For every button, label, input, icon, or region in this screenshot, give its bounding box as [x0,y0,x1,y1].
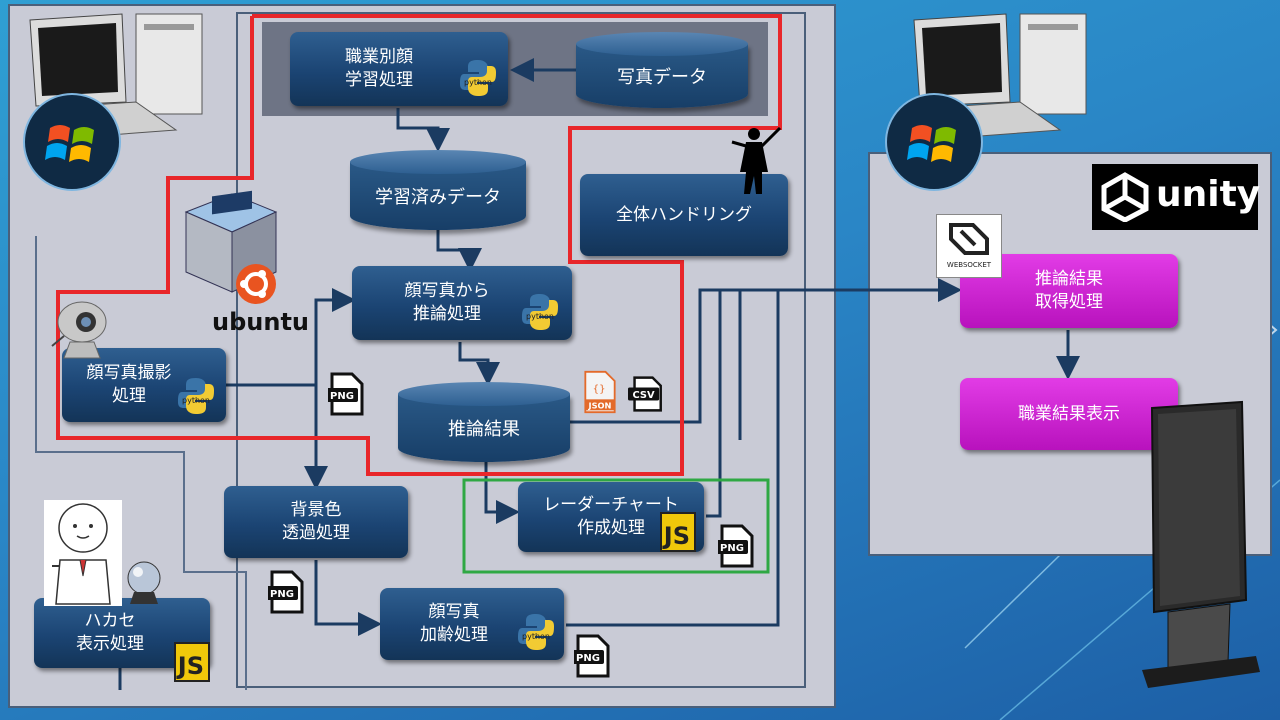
png-file-icon: PNG [268,570,304,614]
svg-text:PNG: PNG [330,391,354,402]
conductor-icon [731,126,782,194]
webcam-icon [51,301,107,359]
svg-text:python: python [182,396,210,405]
png-file-icon: PNG [328,372,364,416]
learned-data-store: 学習済みデータ [350,150,526,230]
photo-data-store: 写真データ [576,32,748,108]
svg-text:JSON: JSON [588,401,612,411]
svg-text:PNG: PNG [576,653,600,664]
svg-text:python: python [526,312,554,321]
javascript-icon: JS [174,642,210,682]
javascript-icon: JS [660,512,696,552]
unity-wordmark: unity [1156,174,1261,215]
python-icon: python [522,294,558,330]
svg-text:PNG: PNG [270,589,294,600]
python-icon: python [518,614,554,650]
svg-text:CSV: CSV [633,390,655,401]
unity-logo-icon: unity [1092,164,1261,230]
png-file-icon: PNG [718,524,754,568]
json-file-icon: {} JSON [584,370,616,414]
crystal-ball-icon [127,561,161,604]
background-transparency-box: 背景色 透過処理 [224,486,408,558]
python-icon: python [460,60,496,96]
csv-file-icon: CSV [628,376,662,412]
windows-icon [885,93,983,191]
svg-text:{}: {} [593,384,606,395]
ubuntu-logo-icon [236,264,276,304]
ubuntu-wordmark: ubuntu [212,308,309,336]
inference-result-store: 推論結果 [398,382,570,462]
svg-text:PNG: PNG [720,543,744,554]
websocket-icon: WEBSOCKET [936,214,1002,278]
hakase-character-icon [44,500,122,606]
windows-icon [23,93,121,191]
svg-text:python: python [464,78,492,87]
digital-signage-display-icon [1142,400,1260,688]
python-icon: python [178,378,214,414]
png-file-icon: PNG [574,634,610,678]
svg-text:python: python [522,632,550,641]
